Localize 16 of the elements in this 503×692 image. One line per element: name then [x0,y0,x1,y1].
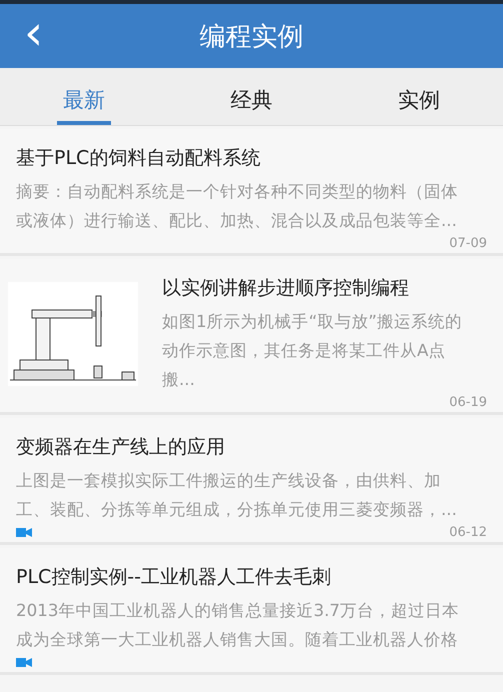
article-title[interactable]: 以实例讲解步进顺序控制编程 [162,273,473,303]
tab[interactable]: 经典 [224,68,278,125]
tab[interactable]: 最新 [56,68,111,125]
article-title[interactable]: 基于PLC的饲料自动配料系统 [16,143,473,173]
article-summary: 摘要：自动配料系统是一个针对各种不同类型的物料（固体或液体）进行输送、配比、加热、混合以及成品包装等全... [16,180,459,232]
article-summary: 上图是一套模拟实际工件搬运的生产线设备，由供料、加工、装配、分拣等单元组成，分拣单元使用三菱变频器，... [16,469,458,521]
tab[interactable]: 实例 [392,68,446,125]
article-title[interactable]: 变频器在生产线上的应用 [16,432,473,462]
article-date: 07-09 [449,236,487,250]
article-title[interactable]: PLC控制实例--工业机器人工件去毛刺 [16,562,473,592]
article-summary: 如图1所示为机械手“取与放”搬运系统的动作示意图，其任务是将某工件从A点搬... [162,310,463,391]
article-date: 06-19 [449,394,487,410]
article-date: 06-12 [449,524,487,540]
article-summary: 2013年中国工业机器人的销售总量接近3.7万台，超过日本成为全球第一大工业机器人销售大国。随着工业机器人价格 [16,599,460,651]
back-button[interactable]: ‹ [0,9,58,63]
page-title: 编程实例 [200,22,304,52]
